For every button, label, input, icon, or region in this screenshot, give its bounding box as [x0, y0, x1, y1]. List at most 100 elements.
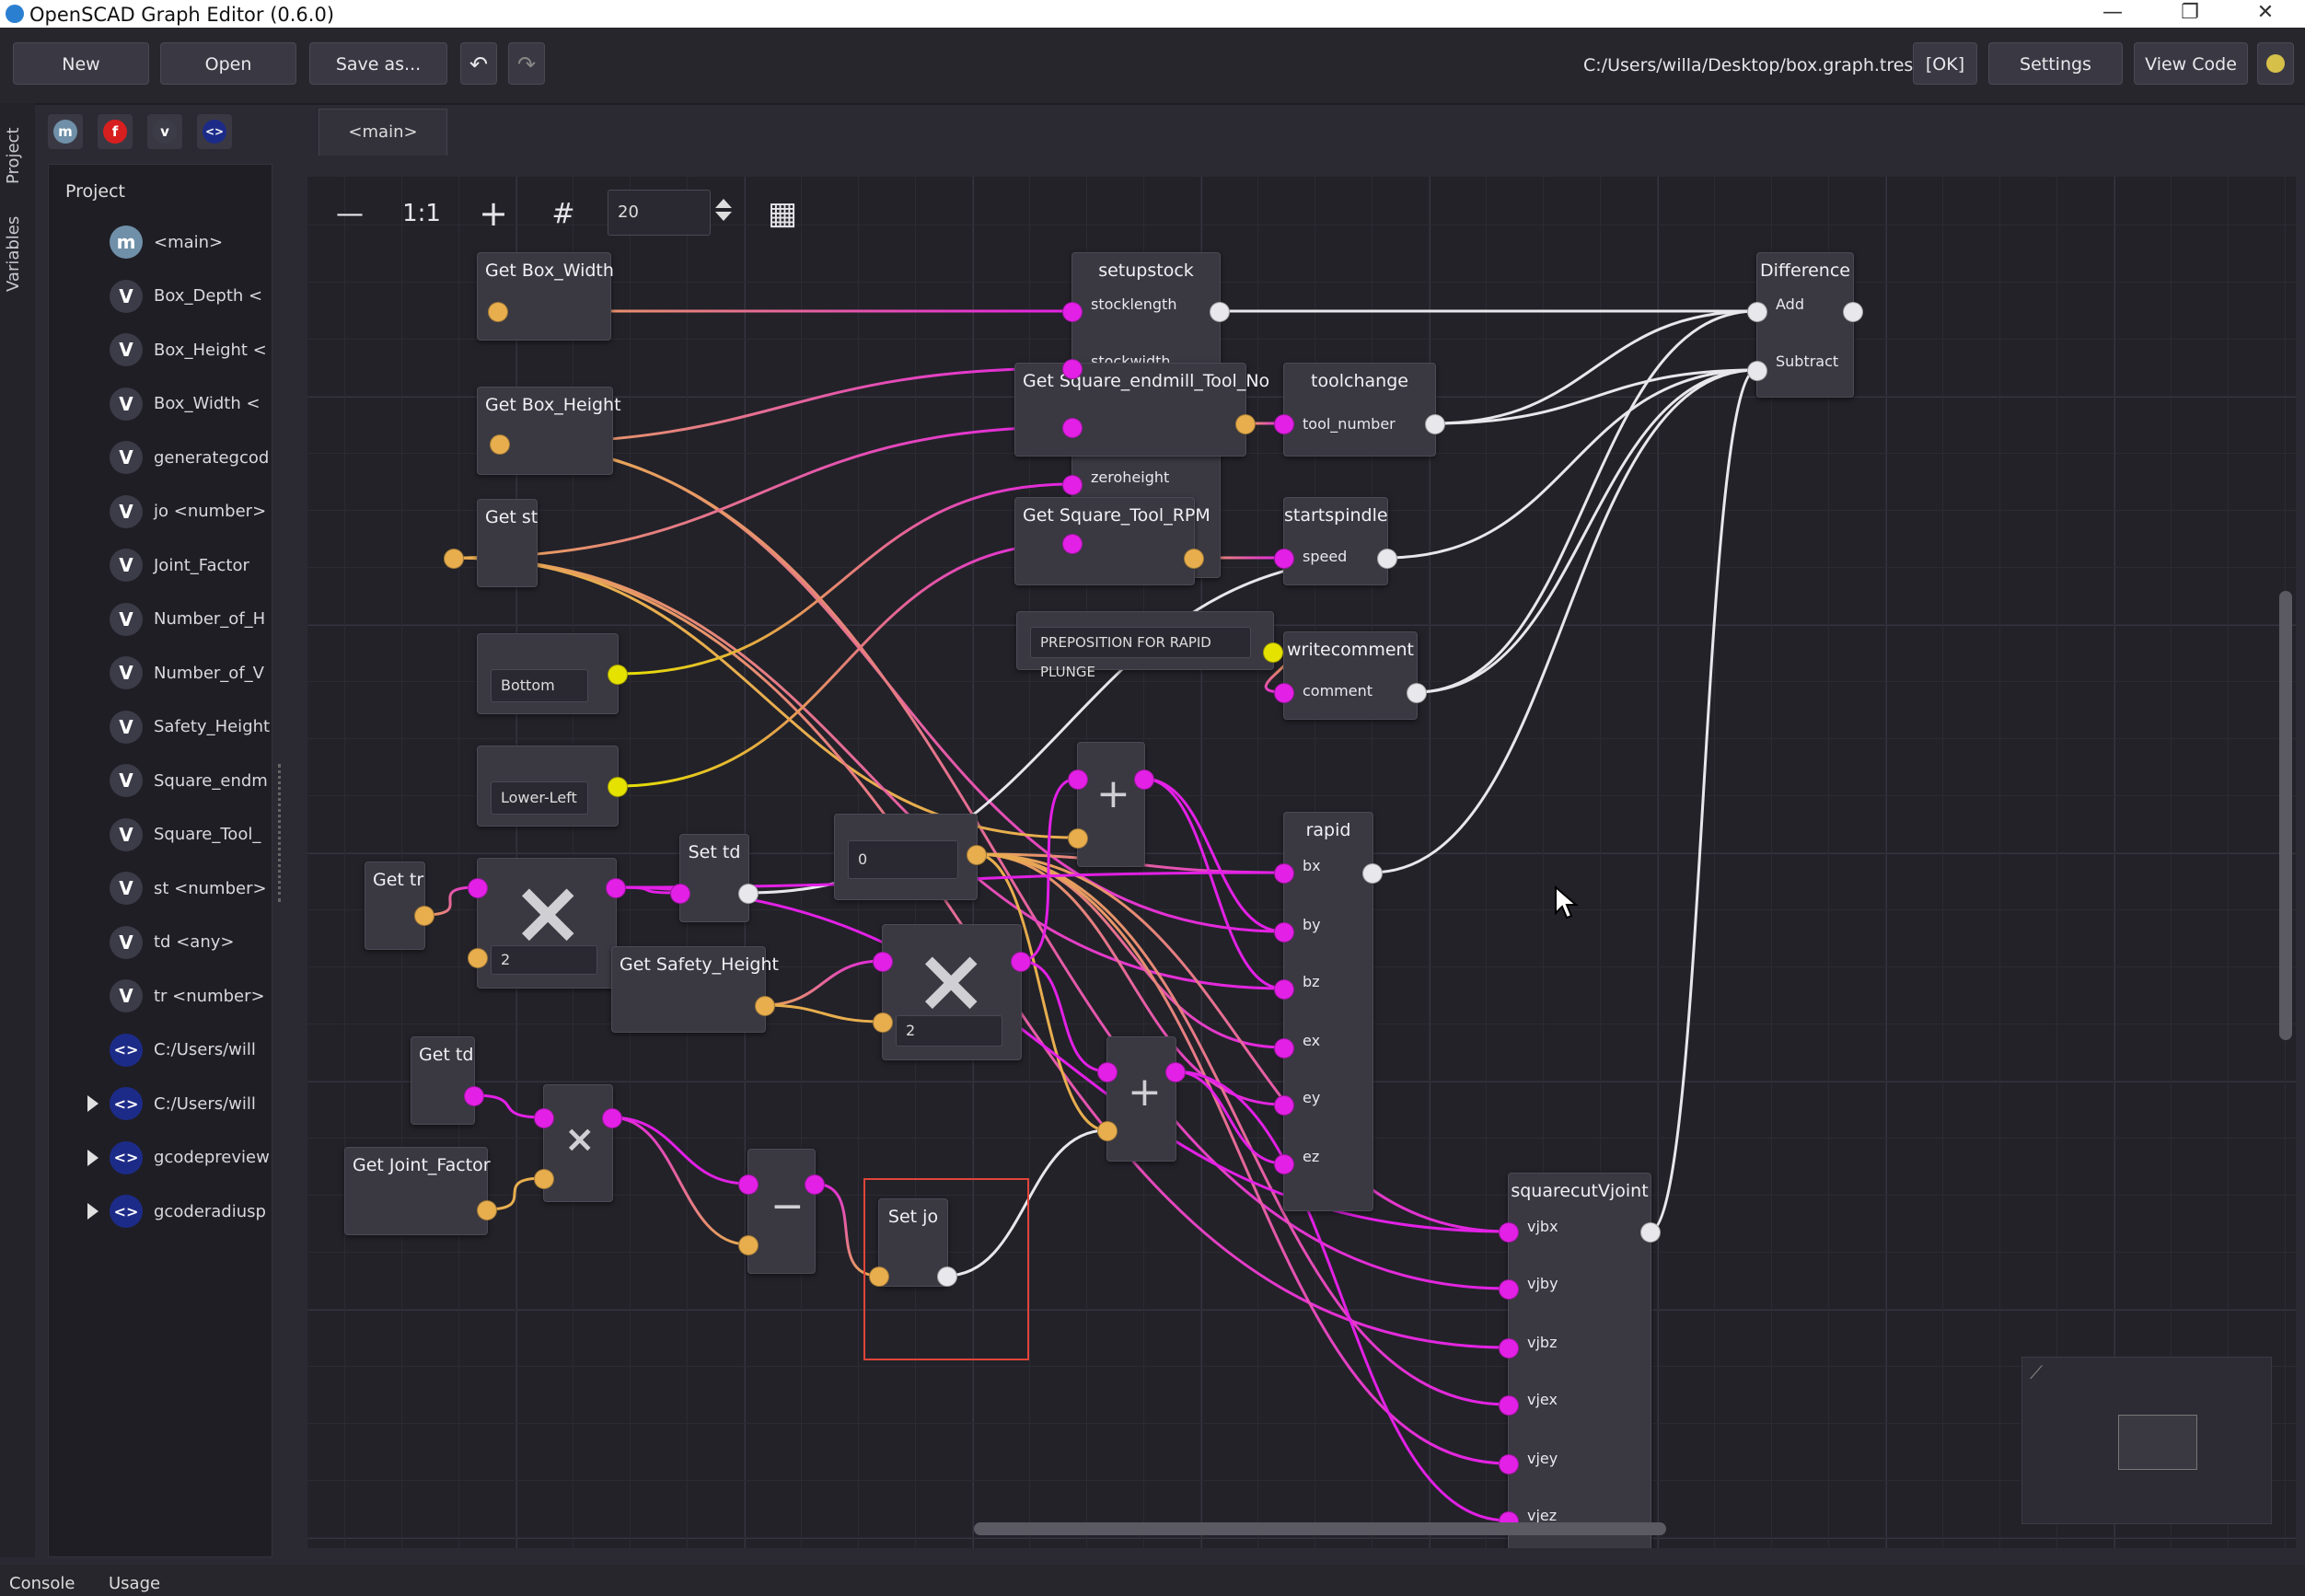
node-preposition[interactable]: PREPOSITION FOR RAPID PLUNGE — [1016, 611, 1274, 680]
port-dot[interactable] — [534, 1108, 554, 1128]
node-multiply-1[interactable]: × 2 — [477, 858, 617, 989]
node-get-joint-factor[interactable]: Get Joint_Factor — [344, 1147, 491, 1235]
minimap-toggle-button[interactable]: ▦ — [762, 193, 803, 234]
ok-button[interactable]: [OK] — [1913, 42, 1977, 85]
minimap-viewport[interactable] — [2118, 1415, 2197, 1470]
settings-button[interactable]: Settings — [1988, 42, 2123, 85]
port-dot[interactable] — [1499, 1338, 1519, 1359]
connection-wire[interactable] — [610, 1116, 748, 1185]
node-get-square-tool-rpm[interactable]: Get Square_Tool_RPM — [1014, 497, 1210, 585]
port-dot[interactable] — [1184, 549, 1204, 569]
project-item[interactable]: <> C:/Users/will — [110, 1030, 256, 1070]
node-squarecutvjoint[interactable]: squarecutVjoint vjbx vjby vjbz vjex vjey… — [1508, 1173, 1651, 1548]
connection-wire[interactable] — [1019, 777, 1078, 963]
connection-wire[interactable] — [1649, 368, 1757, 1233]
port-dot[interactable] — [1274, 414, 1294, 434]
connection-wire[interactable] — [975, 852, 1509, 1406]
port-dot[interactable] — [414, 906, 434, 926]
port-dot[interactable] — [1499, 1454, 1519, 1475]
project-item[interactable]: Vgenerategcod — [110, 437, 269, 478]
project-item[interactable]: <> gcodepreview — [110, 1138, 270, 1178]
node-get-st[interactable]: Get st — [477, 499, 538, 587]
port-dot[interactable] — [1499, 1279, 1519, 1300]
add-main-button[interactable]: m — [48, 114, 83, 149]
open-button[interactable]: Open — [160, 42, 296, 85]
maximize-button[interactable]: ❐ — [2152, 0, 2228, 28]
port-dot[interactable] — [738, 1235, 759, 1255]
minimize-button[interactable]: — — [2075, 0, 2150, 28]
zero-value[interactable]: 0 — [848, 840, 958, 879]
port-dot[interactable] — [738, 884, 759, 904]
spin-up-icon[interactable] — [715, 199, 732, 208]
node-multiply-3[interactable]: × — [543, 1084, 613, 1202]
project-item[interactable]: Vst <number> — [110, 868, 267, 908]
port-dot[interactable] — [1747, 361, 1767, 381]
connection-wire[interactable] — [1142, 777, 1284, 990]
project-item[interactable]: <> gcoderadiusp — [110, 1191, 266, 1232]
lower-left-value[interactable]: Lower-Left — [491, 781, 588, 815]
minimap[interactable]: ⟋ — [2021, 1357, 2272, 1524]
node-lower-left[interactable]: Lower-Left — [477, 746, 619, 827]
panel-resize-handle[interactable] — [278, 764, 290, 902]
connection-wire[interactable] — [763, 959, 883, 1007]
theme-button[interactable] — [2257, 42, 2294, 85]
connection-wire[interactable] — [616, 482, 1072, 676]
graph-canvas[interactable]: — 1:1 + # 20 ▦ Get Box_Width Get Box_Hei… — [307, 177, 2296, 1548]
node-get-box-height[interactable]: Get Box_Height — [477, 387, 621, 475]
node-bottom[interactable]: Bottom — [477, 633, 619, 714]
node-add-2[interactable]: + — [1106, 1036, 1176, 1162]
expand-arrow-icon[interactable] — [87, 1203, 98, 1220]
close-button[interactable]: ✕ — [2228, 0, 2303, 28]
port-dot[interactable] — [1068, 828, 1088, 849]
port-dot[interactable] — [444, 549, 464, 569]
port-dot[interactable] — [738, 1174, 759, 1195]
project-item[interactable]: V Box_Depth < — [110, 276, 262, 317]
port-dot[interactable] — [967, 845, 987, 865]
connection-wire[interactable] — [1385, 368, 1757, 560]
port-dot[interactable] — [1843, 302, 1863, 322]
connection-wire[interactable] — [1415, 309, 1757, 694]
port-dot[interactable] — [1274, 922, 1294, 943]
port-dot[interactable] — [464, 1086, 484, 1106]
port-dot[interactable] — [1499, 1395, 1519, 1416]
port-dot[interactable] — [1068, 769, 1088, 790]
snap-toggle-button[interactable]: # — [543, 193, 584, 234]
multiply-value[interactable]: 2 — [491, 945, 597, 975]
bottom-value[interactable]: Bottom — [491, 669, 588, 702]
port-dot[interactable] — [869, 1266, 889, 1287]
port-dot[interactable] — [1747, 302, 1767, 322]
port-dot[interactable] — [873, 952, 893, 972]
port-dot[interactable] — [1062, 418, 1083, 438]
port-dot[interactable] — [1274, 1154, 1294, 1174]
port-dot[interactable] — [1235, 414, 1256, 434]
connection-wire[interactable] — [1433, 309, 1757, 425]
port-dot[interactable] — [670, 884, 690, 904]
port-dot[interactable] — [1062, 359, 1083, 379]
port-dot[interactable] — [608, 777, 628, 797]
tab-project[interactable]: Project — [4, 127, 23, 184]
snap-value-input[interactable]: 20 — [608, 190, 711, 236]
port-dot[interactable] — [937, 1266, 957, 1287]
port-dot[interactable] — [1263, 642, 1283, 663]
tab-console[interactable]: Console — [9, 1574, 75, 1593]
port-dot[interactable] — [1407, 683, 1427, 703]
port-dot[interactable] — [606, 878, 626, 898]
node-writecomment[interactable]: writecomment comment — [1283, 631, 1418, 720]
port-dot[interactable] — [1097, 1062, 1118, 1082]
project-item[interactable]: V Square_endm — [110, 760, 268, 801]
horizontal-scrollbar[interactable] — [974, 1522, 1666, 1535]
project-item[interactable]: V Box_Width < — [110, 384, 261, 424]
node-get-tr[interactable]: Get tr — [365, 862, 425, 950]
connection-wire[interactable] — [975, 852, 1509, 1233]
view-code-button[interactable]: View Code — [2134, 42, 2248, 85]
project-item[interactable]: m <main> — [110, 222, 223, 262]
project-item[interactable]: V Box_Height < — [110, 330, 267, 370]
port-dot[interactable] — [1274, 549, 1294, 569]
project-item[interactable]: V Safety_Height — [110, 707, 270, 747]
node-difference[interactable]: Difference Add Subtract — [1756, 252, 1854, 398]
node-rapid[interactable]: rapid bx by bz ex ey ez — [1283, 812, 1373, 1211]
port-dot[interactable] — [1274, 1095, 1294, 1116]
connection-wire[interactable] — [1019, 959, 1107, 1073]
node-set-td[interactable]: Set td — [679, 834, 749, 922]
port-dot[interactable] — [1377, 549, 1397, 569]
